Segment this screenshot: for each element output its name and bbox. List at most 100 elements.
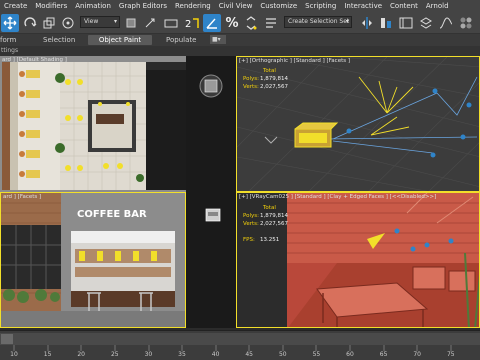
move-icon: [3, 16, 17, 30]
viewport-label[interactable]: [+] [Orthographic ] [Standard ] [Facets …: [239, 58, 350, 64]
viewport-camera[interactable]: [+] [VRayCam025 ] [Standard ] [Clay + Ed…: [236, 192, 480, 328]
rotate-button[interactable]: [21, 14, 39, 32]
mirror-button[interactable]: [358, 14, 376, 32]
timeline-tick-label: 10: [10, 351, 18, 358]
select-manipulate-button[interactable]: [141, 14, 159, 32]
rotate-icon: [24, 17, 37, 27]
spinner-snap-icon: [246, 16, 257, 30]
selection-set-dropdown[interactable]: Create Selection Set ▾: [284, 16, 352, 28]
scene-statistics: Total Polys:1,879,814 Verts:2,027,567: [243, 67, 288, 91]
timeline-tick-label: 15: [43, 351, 52, 358]
menu-animation[interactable]: Animation: [71, 2, 115, 10]
main-toolbar: View ▾ 2 % Create Selection Set ▾: [0, 12, 480, 34]
named-selection-icon: [266, 18, 276, 28]
polys-value: 1,879,814: [260, 76, 288, 82]
percent-snap-button[interactable]: %: [223, 14, 241, 32]
verts-label: Verts:: [243, 221, 259, 227]
timeline-tick-label: 40: [211, 351, 220, 358]
viewport-top-right-strip[interactable]: [186, 56, 236, 192]
verts-value: 2,027,567: [260, 221, 288, 227]
viewcube-icon[interactable]: [186, 56, 236, 192]
camera-statistics: Total Polys:1,879,814 Verts:2,027,567 FP…: [243, 204, 288, 244]
timeline-tick-label: 25: [110, 351, 119, 358]
toggle-layer-explorer-button[interactable]: [417, 14, 435, 32]
keyboard-shortcut-button[interactable]: [162, 14, 180, 32]
ribbon-options-button[interactable]: ■▾: [210, 35, 226, 44]
time-slider-handle[interactable]: [1, 334, 13, 344]
timeline-ruler: [13, 345, 452, 351]
place-button[interactable]: [59, 14, 77, 32]
timeline-tick-label: 65: [379, 351, 388, 358]
scale-button[interactable]: [40, 14, 58, 32]
menu-civil-view[interactable]: Civil View: [215, 2, 257, 10]
fps-value: 13.251: [260, 237, 280, 243]
viewport-top[interactable]: ard ] [Default Shading ]: [0, 56, 186, 192]
timeline-tick-label: 45: [245, 351, 254, 358]
scale-icon: [43, 17, 55, 29]
tab-object-paint[interactable]: Object Paint: [88, 35, 152, 45]
timeline-tick-label: 20: [77, 351, 86, 358]
timeline-tick-label: 60: [346, 351, 354, 358]
viewport-label[interactable]: ard ] [Default Shading ]: [2, 57, 67, 63]
reference-coordinate-dropdown[interactable]: View ▾: [80, 16, 120, 28]
verts-label: Verts:: [243, 84, 259, 90]
viewport-front[interactable]: ard ] [Facets ] COFFEE BAR: [0, 192, 186, 328]
curve-editor-icon: [439, 17, 453, 29]
tab-modeling[interactable]: form: [0, 35, 16, 45]
menu-interactive[interactable]: Interactive: [340, 2, 386, 10]
time-slider-track[interactable]: [0, 333, 480, 345]
select-move-button[interactable]: [1, 14, 19, 32]
percent-icon: %: [225, 15, 239, 31]
align-button[interactable]: [377, 14, 395, 32]
scene-explorer-icon: [399, 17, 413, 29]
menu-rendering[interactable]: Rendering: [171, 2, 215, 10]
coffee-bar-sign: COFFEE BAR: [77, 209, 147, 220]
stats-title: Total: [263, 205, 276, 211]
viewport-label[interactable]: ard ] [Facets ]: [3, 194, 41, 200]
menu-customize[interactable]: Customize: [256, 2, 301, 10]
toggle-scene-explorer-button[interactable]: [397, 14, 415, 32]
viewport-label[interactable]: [+] [VRayCam025 ] [Standard ] [Clay + Ed…: [239, 194, 436, 200]
time-slider[interactable]: 101520253035404550556065707580: [0, 330, 480, 360]
angle-snap-button[interactable]: [203, 14, 221, 32]
settings-label: ttings: [1, 47, 19, 54]
timeline-tick-label: 35: [178, 351, 186, 358]
snaps-toggle-button[interactable]: 2: [183, 14, 201, 32]
menu-bar: Create Modifiers Animation Graph Editors…: [0, 0, 480, 12]
layer-explorer-icon: [420, 17, 432, 29]
pivot-icon: [126, 18, 136, 28]
menu-modifiers[interactable]: Modifiers: [31, 2, 71, 10]
menu-create[interactable]: Create: [0, 2, 31, 10]
pivot-button[interactable]: [122, 14, 140, 32]
ribbon-tabs: form Selection Object Paint Populate ■▾: [0, 34, 480, 46]
material-editor-button[interactable]: [457, 14, 475, 32]
menu-content[interactable]: Content: [386, 2, 422, 10]
selection-set-value: Create Selection Set: [288, 18, 350, 25]
top-view-render: [0, 56, 186, 192]
ribbon-panel-bar: ttings: [0, 46, 480, 56]
viewcube-icon[interactable]: [186, 192, 236, 328]
timeline-tick-label: 30: [144, 351, 153, 358]
mirror-icon: [362, 17, 372, 29]
menu-scripting[interactable]: Scripting: [301, 2, 340, 10]
timeline-tick-label: 75: [446, 351, 455, 358]
viewport-bottom-strip[interactable]: [186, 192, 236, 328]
timeline-tick-label: 70: [413, 351, 422, 358]
snap-2d-icon: 2: [185, 18, 199, 30]
menu-graph-editors[interactable]: Graph Editors: [115, 2, 171, 10]
menu-arnold[interactable]: Arnold: [422, 2, 453, 10]
curve-editor-button[interactable]: [437, 14, 455, 32]
spinner-snap-button[interactable]: [242, 14, 260, 32]
verts-value: 2,027,567: [260, 84, 288, 90]
ribbon-options-icon: ■▾: [212, 36, 221, 43]
chevron-down-icon: ▾: [345, 18, 349, 25]
reference-coordinate-value: View: [84, 18, 99, 25]
edit-named-selection-button[interactable]: [262, 14, 280, 32]
timeline-tick-label: 55: [312, 351, 321, 358]
align-icon: [381, 18, 391, 28]
viewport-orthographic[interactable]: [+] [Orthographic ] [Standard ] [Facets …: [236, 56, 480, 192]
svg-text:2: 2: [185, 19, 191, 30]
tab-selection[interactable]: Selection: [43, 35, 75, 45]
tab-populate[interactable]: Populate: [166, 35, 196, 45]
timeline-tick-label: 50: [278, 351, 287, 358]
